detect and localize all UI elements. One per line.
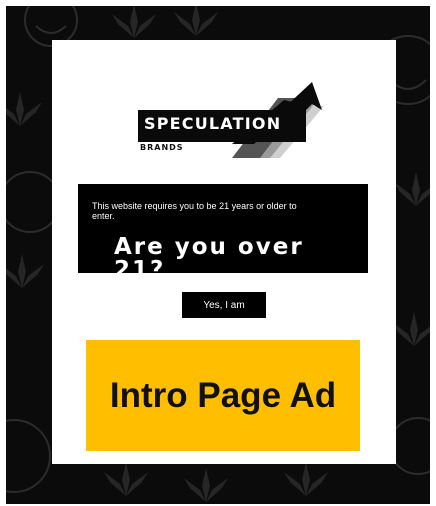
cannabis-leaf-icon	[394, 172, 430, 206]
cannabis-leaf-icon	[112, 6, 156, 38]
cannabis-leaf-icon	[6, 92, 42, 126]
intro-page-ad[interactable]: Intro Page Ad	[86, 340, 360, 451]
logo-wordmark: SPECULATION	[144, 114, 282, 133]
age-prompt-box: This website requires you to be 21 years…	[78, 184, 368, 282]
page-background: SPECULATION BRANDS This website requires…	[6, 6, 430, 504]
cannabis-leaf-icon	[104, 462, 148, 496]
smiley-face-icon	[389, 417, 430, 475]
cannabis-leaf-icon	[284, 462, 328, 496]
speculation-brands-logo: SPECULATION BRANDS	[134, 82, 329, 158]
cannabis-leaf-icon	[392, 312, 430, 346]
age-verification-modal: SPECULATION BRANDS This website requires…	[52, 40, 396, 464]
cannabis-leaf-icon	[174, 6, 218, 36]
age-question-heading: Are you over 21?	[114, 234, 304, 283]
cannabis-leaf-icon	[184, 468, 228, 502]
confirm-age-button[interactable]: Yes, I am	[182, 292, 266, 318]
ad-text: Intro Page Ad	[109, 375, 337, 415]
logo-subtitle: BRANDS	[140, 143, 184, 152]
age-requirement-text: This website requires you to be 21 years…	[92, 201, 297, 221]
smiley-face-icon	[6, 419, 51, 493]
cannabis-leaf-icon	[6, 254, 44, 288]
smiley-face-icon	[35, 25, 67, 34]
